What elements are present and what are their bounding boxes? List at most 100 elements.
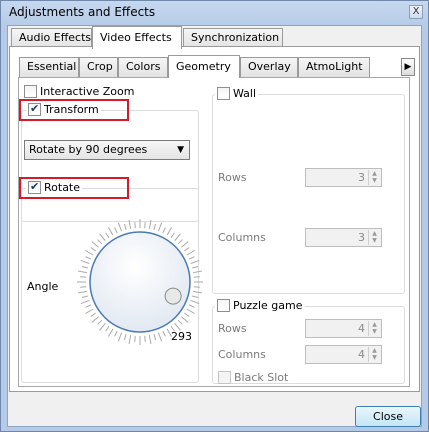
dial-tick [193,276,200,278]
tab-atmolight[interactable]: AtmoLight [298,57,370,77]
dial-tick [91,316,99,323]
dial-tick [148,335,152,345]
tab-audio-effects[interactable]: Audio Effects [11,28,92,48]
spin-arrows-icon: ▲ ▼ [368,347,380,362]
dial-tick [105,232,110,239]
dial-tick [157,222,163,232]
angle-value: 293 [171,330,192,343]
wall-rows-label: Rows [218,171,247,184]
puzzle-rows-spinbox[interactable]: 4 ▲ ▼ [305,319,382,338]
dial-face [89,231,191,333]
tab-synchronization[interactable]: Synchronization [183,28,283,48]
interactive-zoom-label: Interactive Zoom [40,84,135,98]
dial-tick [97,239,103,245]
dial-tick [166,227,172,236]
dial-tick [99,323,106,331]
dial-tick [170,232,175,239]
dial-tick [85,256,92,260]
angle-label: Angle [27,280,59,293]
black-slot-checkbox[interactable] [218,370,231,384]
tab-overlay[interactable]: Overlay [240,57,298,77]
dial-tick [144,222,146,229]
tab-geometry[interactable]: Geometry [168,55,240,78]
transform-type-value: Rotate by 90 degrees [29,143,148,156]
dialog-window: Adjustments and Effects X Audio Effects … [0,0,429,432]
wall-checkbox[interactable] [217,86,230,100]
dial-tick [108,227,114,236]
dial-tick [114,330,118,337]
transform-highlight-box [19,99,129,121]
interactive-zoom-checkbox[interactable] [24,84,37,98]
dial-tick [190,299,200,305]
dialog-client: Audio Effects Video Effects Synchronizat… [7,25,422,427]
dial-tick [85,250,94,256]
dial-tick [188,304,195,308]
tab-colors[interactable]: Colors [118,57,168,77]
chevron-down-icon: ▼ [177,145,184,155]
puzzle-rows-value: 4 [358,322,365,335]
tab-essential[interactable]: Essential [19,57,79,77]
dial-tick [177,319,183,325]
dial-tick [117,222,123,232]
tab-video-effects[interactable]: Video Effects [92,26,182,49]
dial-tick [77,270,87,274]
dial-tick [117,332,123,342]
interactive-zoom-row[interactable]: Interactive Zoom [24,84,134,98]
puzzle-columns-spinbox[interactable]: 4 ▲ ▼ [305,345,382,364]
dial-tick [80,299,90,305]
window-title: Adjustments and Effects [9,5,156,19]
dial-tick [192,295,199,299]
wall-rows-spinbox[interactable]: 3 ▲ ▼ [305,168,382,187]
puzzle-checkbox[interactable] [217,298,230,312]
dial-tick [77,290,87,294]
dial-tick [193,270,203,274]
dial-tick [162,330,166,337]
dial-tick [85,304,92,308]
angle-dial[interactable] [74,216,206,348]
dial-tick [80,259,90,265]
dial-tick [114,227,118,234]
wall-rows-value: 3 [358,171,365,184]
wall-row[interactable]: Wall [215,86,259,100]
puzzle-rows-label: Rows [218,322,247,335]
puzzle-columns-value: 4 [358,348,365,361]
dial-tick [183,312,190,317]
close-window-icon[interactable]: X [409,5,423,19]
video-effects-panel: Essential Crop Colors Geometry Overlay A… [9,46,420,392]
spin-arrows-icon: ▲ ▼ [368,170,380,185]
puzzle-row[interactable]: Puzzle game [215,298,305,312]
dial-tick [148,219,152,229]
puzzle-columns-label: Columns [218,348,266,361]
title-bar[interactable]: Adjustments and Effects X [1,1,428,25]
wall-columns-spinbox[interactable]: 3 ▲ ▼ [305,228,382,247]
rotate-highlight-box [19,177,129,199]
dial-tick [123,223,127,230]
dial-tick [80,286,87,288]
dial-tick [190,259,200,265]
dial-tick [90,247,97,252]
dial-tick [81,265,88,269]
dial-tick [183,247,190,252]
dial-tick [128,335,132,345]
black-slot-label: Black Slot [234,370,289,384]
wall-group [212,94,405,294]
puzzle-label: Puzzle game [233,298,303,312]
dial-tick [186,308,195,314]
dial-tick [193,290,203,294]
black-slot-row[interactable]: Black Slot [218,370,288,384]
dial-tick [192,265,199,269]
sub-tab-scroll-right-button[interactable]: ▶ [401,58,415,76]
dial-tick [85,308,94,314]
dial-knob[interactable] [164,287,182,305]
dial-tick [90,312,97,317]
spin-arrows-icon: ▲ ▼ [368,321,380,336]
dial-tick [91,241,99,248]
transform-type-select[interactable]: Rotate by 90 degrees ▼ [24,140,190,160]
dial-tick [108,328,114,337]
close-button[interactable]: Close [355,406,421,427]
tab-crop[interactable]: Crop [79,57,118,77]
dial-tick [186,250,195,256]
dial-tick [128,219,132,229]
dial-tick [99,233,106,241]
dial-tick [153,223,157,230]
